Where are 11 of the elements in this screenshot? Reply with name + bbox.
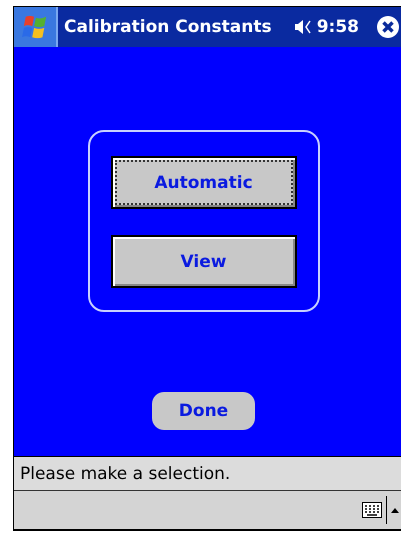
status-message: Please make a selection. — [20, 464, 230, 484]
option-button[interactable]: Automatic — [110, 156, 296, 209]
done-button[interactable]: Done — [152, 392, 255, 430]
window-title: Calibration Constants — [64, 17, 273, 37]
option-button[interactable]: View — [110, 235, 296, 288]
keyboard-icon[interactable] — [362, 502, 382, 518]
start-button[interactable] — [14, 7, 58, 47]
clock-time[interactable]: 9:58 — [316, 17, 359, 37]
speaker-icon[interactable] — [294, 19, 312, 35]
up-arrow-icon[interactable] — [391, 508, 399, 512]
close-icon[interactable] — [377, 16, 399, 38]
